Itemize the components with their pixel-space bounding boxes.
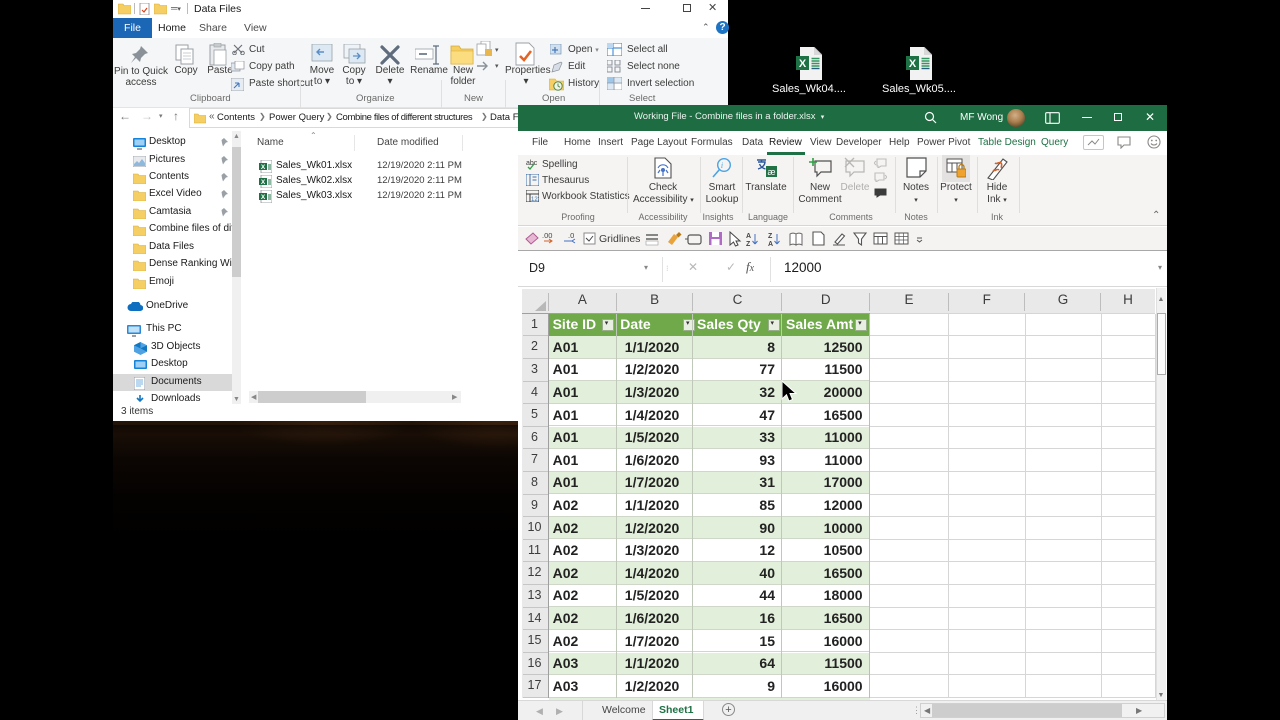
svg-text:Z: Z: [768, 233, 773, 240]
svg-text:X: X: [799, 58, 807, 70]
svg-text:Z: Z: [746, 241, 751, 248]
svg-text:.0: .0: [568, 231, 574, 240]
svg-text:A: A: [768, 241, 773, 248]
svg-text:i: i: [721, 161, 723, 170]
svg-text:X: X: [261, 179, 266, 186]
svg-text:A: A: [746, 233, 751, 240]
svg-text:Gridlines: Gridlines: [599, 233, 640, 245]
svg-text:X: X: [261, 194, 266, 201]
svg-text:.00: .00: [542, 231, 552, 240]
svg-text:æ: æ: [767, 167, 775, 177]
svg-text:123: 123: [531, 197, 539, 202]
svg-text:X: X: [909, 58, 917, 70]
svg-text:X: X: [261, 164, 266, 171]
